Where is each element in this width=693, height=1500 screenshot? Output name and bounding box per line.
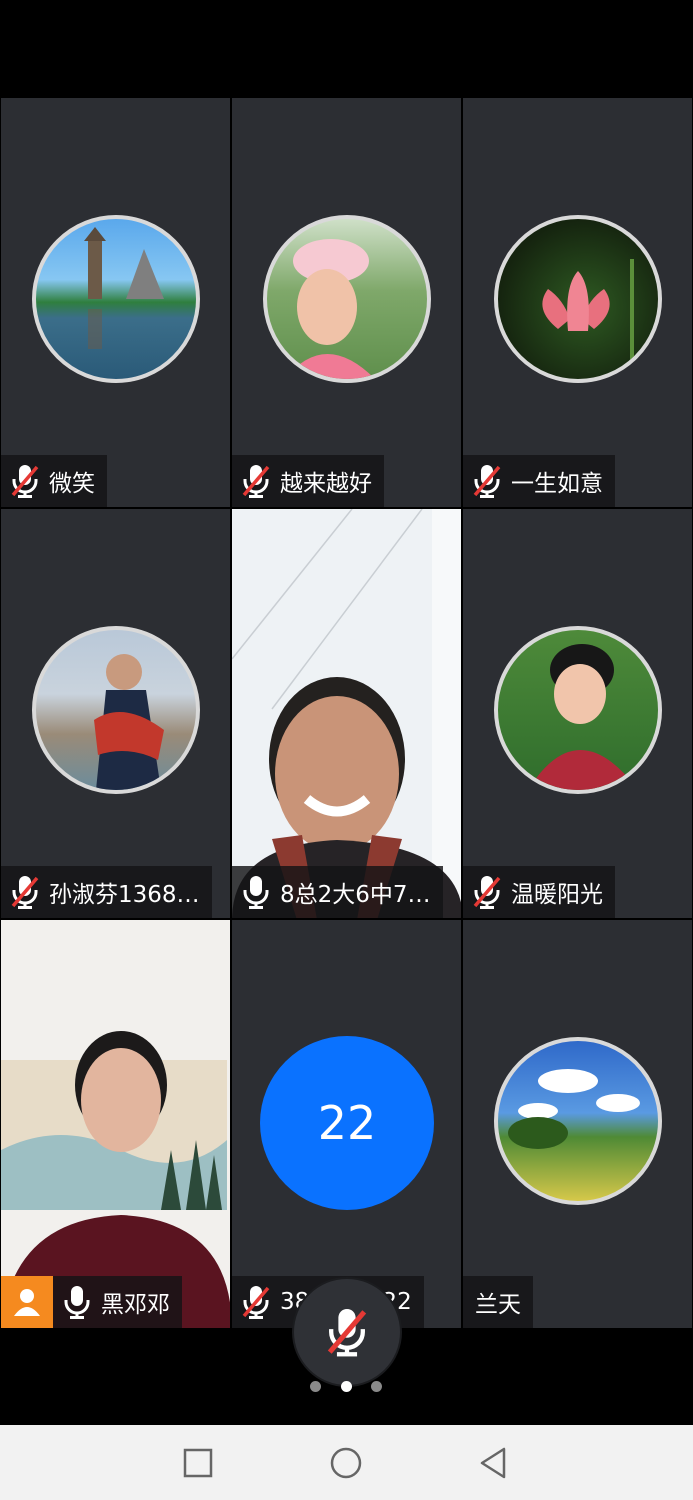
mic-muted-icon: [9, 463, 41, 499]
participant-tile[interactable]: 一生如意: [462, 97, 693, 508]
participant-tile[interactable]: 黑邓邓: [0, 919, 231, 1329]
participant-name-label: 温暖阳光: [463, 866, 615, 918]
square-icon[interactable]: [178, 1443, 218, 1483]
mic-icon: [61, 1284, 93, 1320]
participant-name: 越来越好: [280, 471, 372, 497]
page-dot[interactable]: [310, 1381, 321, 1392]
avatar: [263, 215, 431, 383]
participant-name-label: 兰天: [463, 1276, 533, 1328]
participant-tile[interactable]: 越来越好: [231, 97, 462, 508]
participant-name-label: 黑邓邓: [53, 1276, 182, 1328]
participant-count: 22: [317, 1096, 377, 1150]
page-indicator: [0, 1381, 693, 1393]
participant-tile[interactable]: 22 388926222: [231, 919, 462, 1329]
participant-name: 兰天: [475, 1292, 521, 1318]
participant-tile[interactable]: 兰天: [462, 919, 693, 1329]
participant-name-label: 孙淑芬1368…: [1, 866, 212, 918]
mic-icon: [240, 874, 272, 910]
participant-tile[interactable]: 微笑: [0, 97, 231, 508]
participant-name: 温暖阳光: [511, 882, 603, 908]
participant-name: 一生如意: [511, 471, 603, 497]
participant-name: 黑邓邓: [101, 1292, 170, 1318]
mute-toggle-button[interactable]: [294, 1279, 400, 1385]
participant-tile[interactable]: 8总2大6中7…: [231, 508, 462, 919]
person-icon: [14, 1289, 40, 1316]
host-badge: [1, 1276, 53, 1328]
participant-name: 微笑: [49, 471, 95, 497]
participant-name-label: 越来越好: [232, 455, 384, 507]
participant-name: 孙淑芬1368…: [49, 882, 200, 908]
avatar: [32, 215, 200, 383]
circle-icon[interactable]: [326, 1443, 366, 1483]
avatar: [32, 626, 200, 794]
participant-name-label: 8总2大6中7…: [232, 866, 443, 918]
participant-tile[interactable]: 孙淑芬1368…: [0, 508, 231, 919]
mic-muted-icon: [9, 874, 41, 910]
participant-grid: 微笑 越来越好 一生如意 孙淑芬1368… 8总2大6中7… 温暖阳光 黑邓邓 …: [0, 97, 693, 1329]
participant-name-label: 一生如意: [463, 455, 615, 507]
mic-muted-icon: [471, 874, 503, 910]
avatar: [494, 626, 662, 794]
avatar: [494, 215, 662, 383]
mic-muted-icon: [240, 1284, 272, 1320]
mic-muted-icon: [324, 1305, 370, 1359]
participant-count-avatar: 22: [260, 1036, 434, 1210]
participant-video: [1, 920, 230, 1328]
participant-tile[interactable]: 温暖阳光: [462, 508, 693, 919]
system-navigation-bar: [0, 1425, 693, 1500]
avatar: [494, 1037, 662, 1205]
participant-name: 8总2大6中7…: [280, 882, 431, 908]
triangle-back-icon[interactable]: [474, 1443, 514, 1483]
mic-muted-icon: [471, 463, 503, 499]
participant-video: [232, 509, 461, 918]
mic-muted-icon: [240, 463, 272, 499]
page-dot[interactable]: [371, 1381, 382, 1392]
page-dot-active[interactable]: [341, 1381, 352, 1392]
participant-name-label: 微笑: [1, 455, 107, 507]
